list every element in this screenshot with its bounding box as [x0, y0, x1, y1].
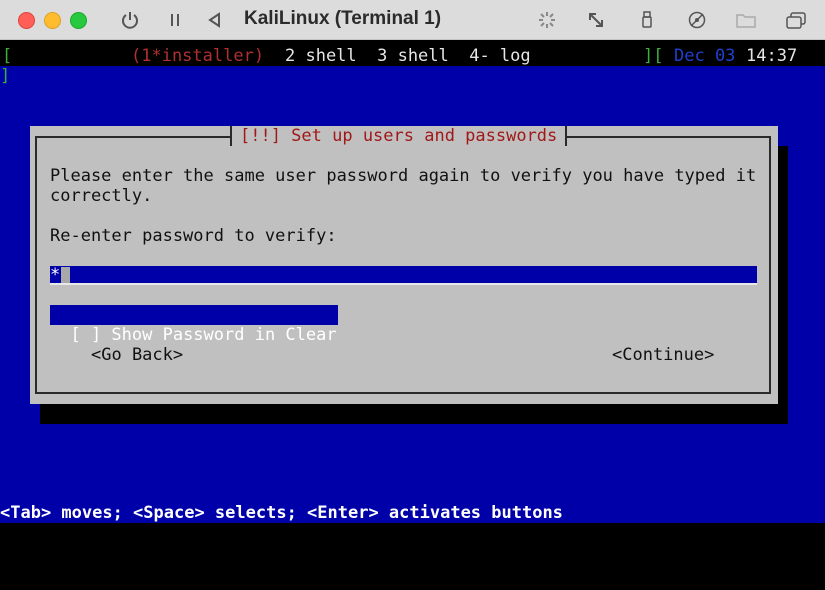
dialog-message-line1: Please enter the same user password agai… [50, 166, 757, 186]
status-time: 14:37 [746, 46, 798, 66]
status-right-bracket: ][ [643, 46, 664, 66]
password-verify-input[interactable]: * [50, 266, 757, 285]
dialog-title-box: [!!] Set up users and passwords [230, 126, 568, 146]
status-date: Dec 03 [674, 46, 736, 66]
close-window-button[interactable] [18, 12, 35, 29]
brightness-icon[interactable] [535, 8, 559, 32]
folder-icon[interactable] [734, 8, 758, 32]
password-prompt-label: Re-enter password to verify: [50, 226, 337, 246]
keyboard-help-line: <Tab> moves; <Space> selects; <Enter> ac… [0, 503, 563, 523]
show-password-checkbox[interactable]: [ ] Show Password in Clear [50, 305, 338, 345]
text-cursor [61, 267, 70, 283]
power-icon[interactable] [118, 8, 142, 32]
resize-icon[interactable] [584, 8, 608, 32]
window-icon[interactable] [784, 8, 808, 32]
pause-icon[interactable] [163, 8, 187, 32]
window-titlebar: KaliLinux (Terminal 1) [0, 0, 825, 40]
continue-button[interactable]: <Continue> [612, 345, 714, 365]
go-back-button[interactable]: <Go Back> [91, 345, 183, 365]
status-active-window-label: (1*installer) [131, 46, 265, 66]
status-window-list[interactable]: 2 shell 3 shell 4- log [285, 46, 531, 66]
minimize-window-button[interactable] [44, 12, 61, 29]
status-active-window[interactable]: (1*installer) [131, 46, 264, 66]
disc-icon[interactable] [685, 8, 709, 32]
usb-icon[interactable] [635, 8, 659, 32]
terminal-bottom-area [0, 523, 825, 590]
zoom-window-button[interactable] [70, 12, 87, 29]
dialog-title: [!!] Set up users and passwords [240, 126, 558, 146]
status-open-bracket: [ [2, 46, 13, 66]
show-password-label: [ ] Show Password in Clear [70, 325, 337, 345]
back-icon[interactable] [203, 8, 227, 32]
dialog-message-line2: correctly. [50, 186, 153, 206]
terminal-status-bar: [ (1*installer) 2 shell 3 shell 4- log ]… [0, 46, 825, 66]
status-line2-bracket: ] [0, 66, 11, 86]
password-mask: * [50, 265, 61, 285]
window-title: KaliLinux (Terminal 1) [244, 8, 442, 29]
